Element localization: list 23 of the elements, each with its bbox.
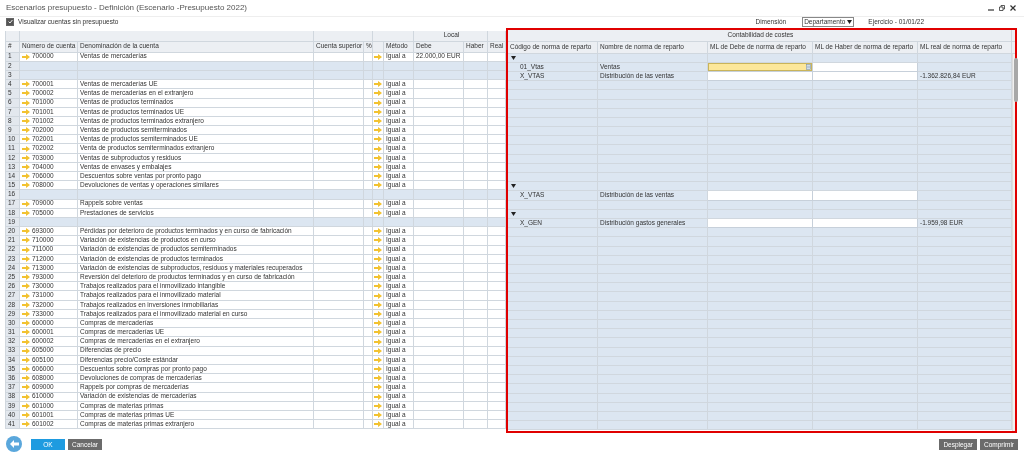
input-field[interactable] [708,218,813,229]
check-icon [7,19,13,25]
checkbox[interactable] [6,17,14,26]
input-field[interactable] [813,62,918,72]
input-field[interactable] [708,62,813,72]
header-cell [314,30,373,42]
close-icon[interactable] [1010,4,1016,11]
window-title: Escenarios presupuesto - Definición (Escenario -Presupuesto 2022) [6,3,247,13]
input-field[interactable] [708,191,813,201]
header-cell [373,30,414,42]
arrow-icon [9,440,19,449]
input-field[interactable] [813,191,918,201]
input-field[interactable] [813,71,918,82]
scrollbar-track[interactable] [1012,53,1015,431]
input-field[interactable] [813,218,918,229]
caret-icon [847,19,853,24]
scrollbar-thumb[interactable] [1014,57,1018,102]
list-icon[interactable] [806,63,811,70]
input-field[interactable] [708,71,813,82]
restore-icon[interactable] [999,4,1005,11]
back-button[interactable] [6,436,22,453]
header-cell [488,30,506,42]
arrow-icon[interactable] [22,53,30,60]
